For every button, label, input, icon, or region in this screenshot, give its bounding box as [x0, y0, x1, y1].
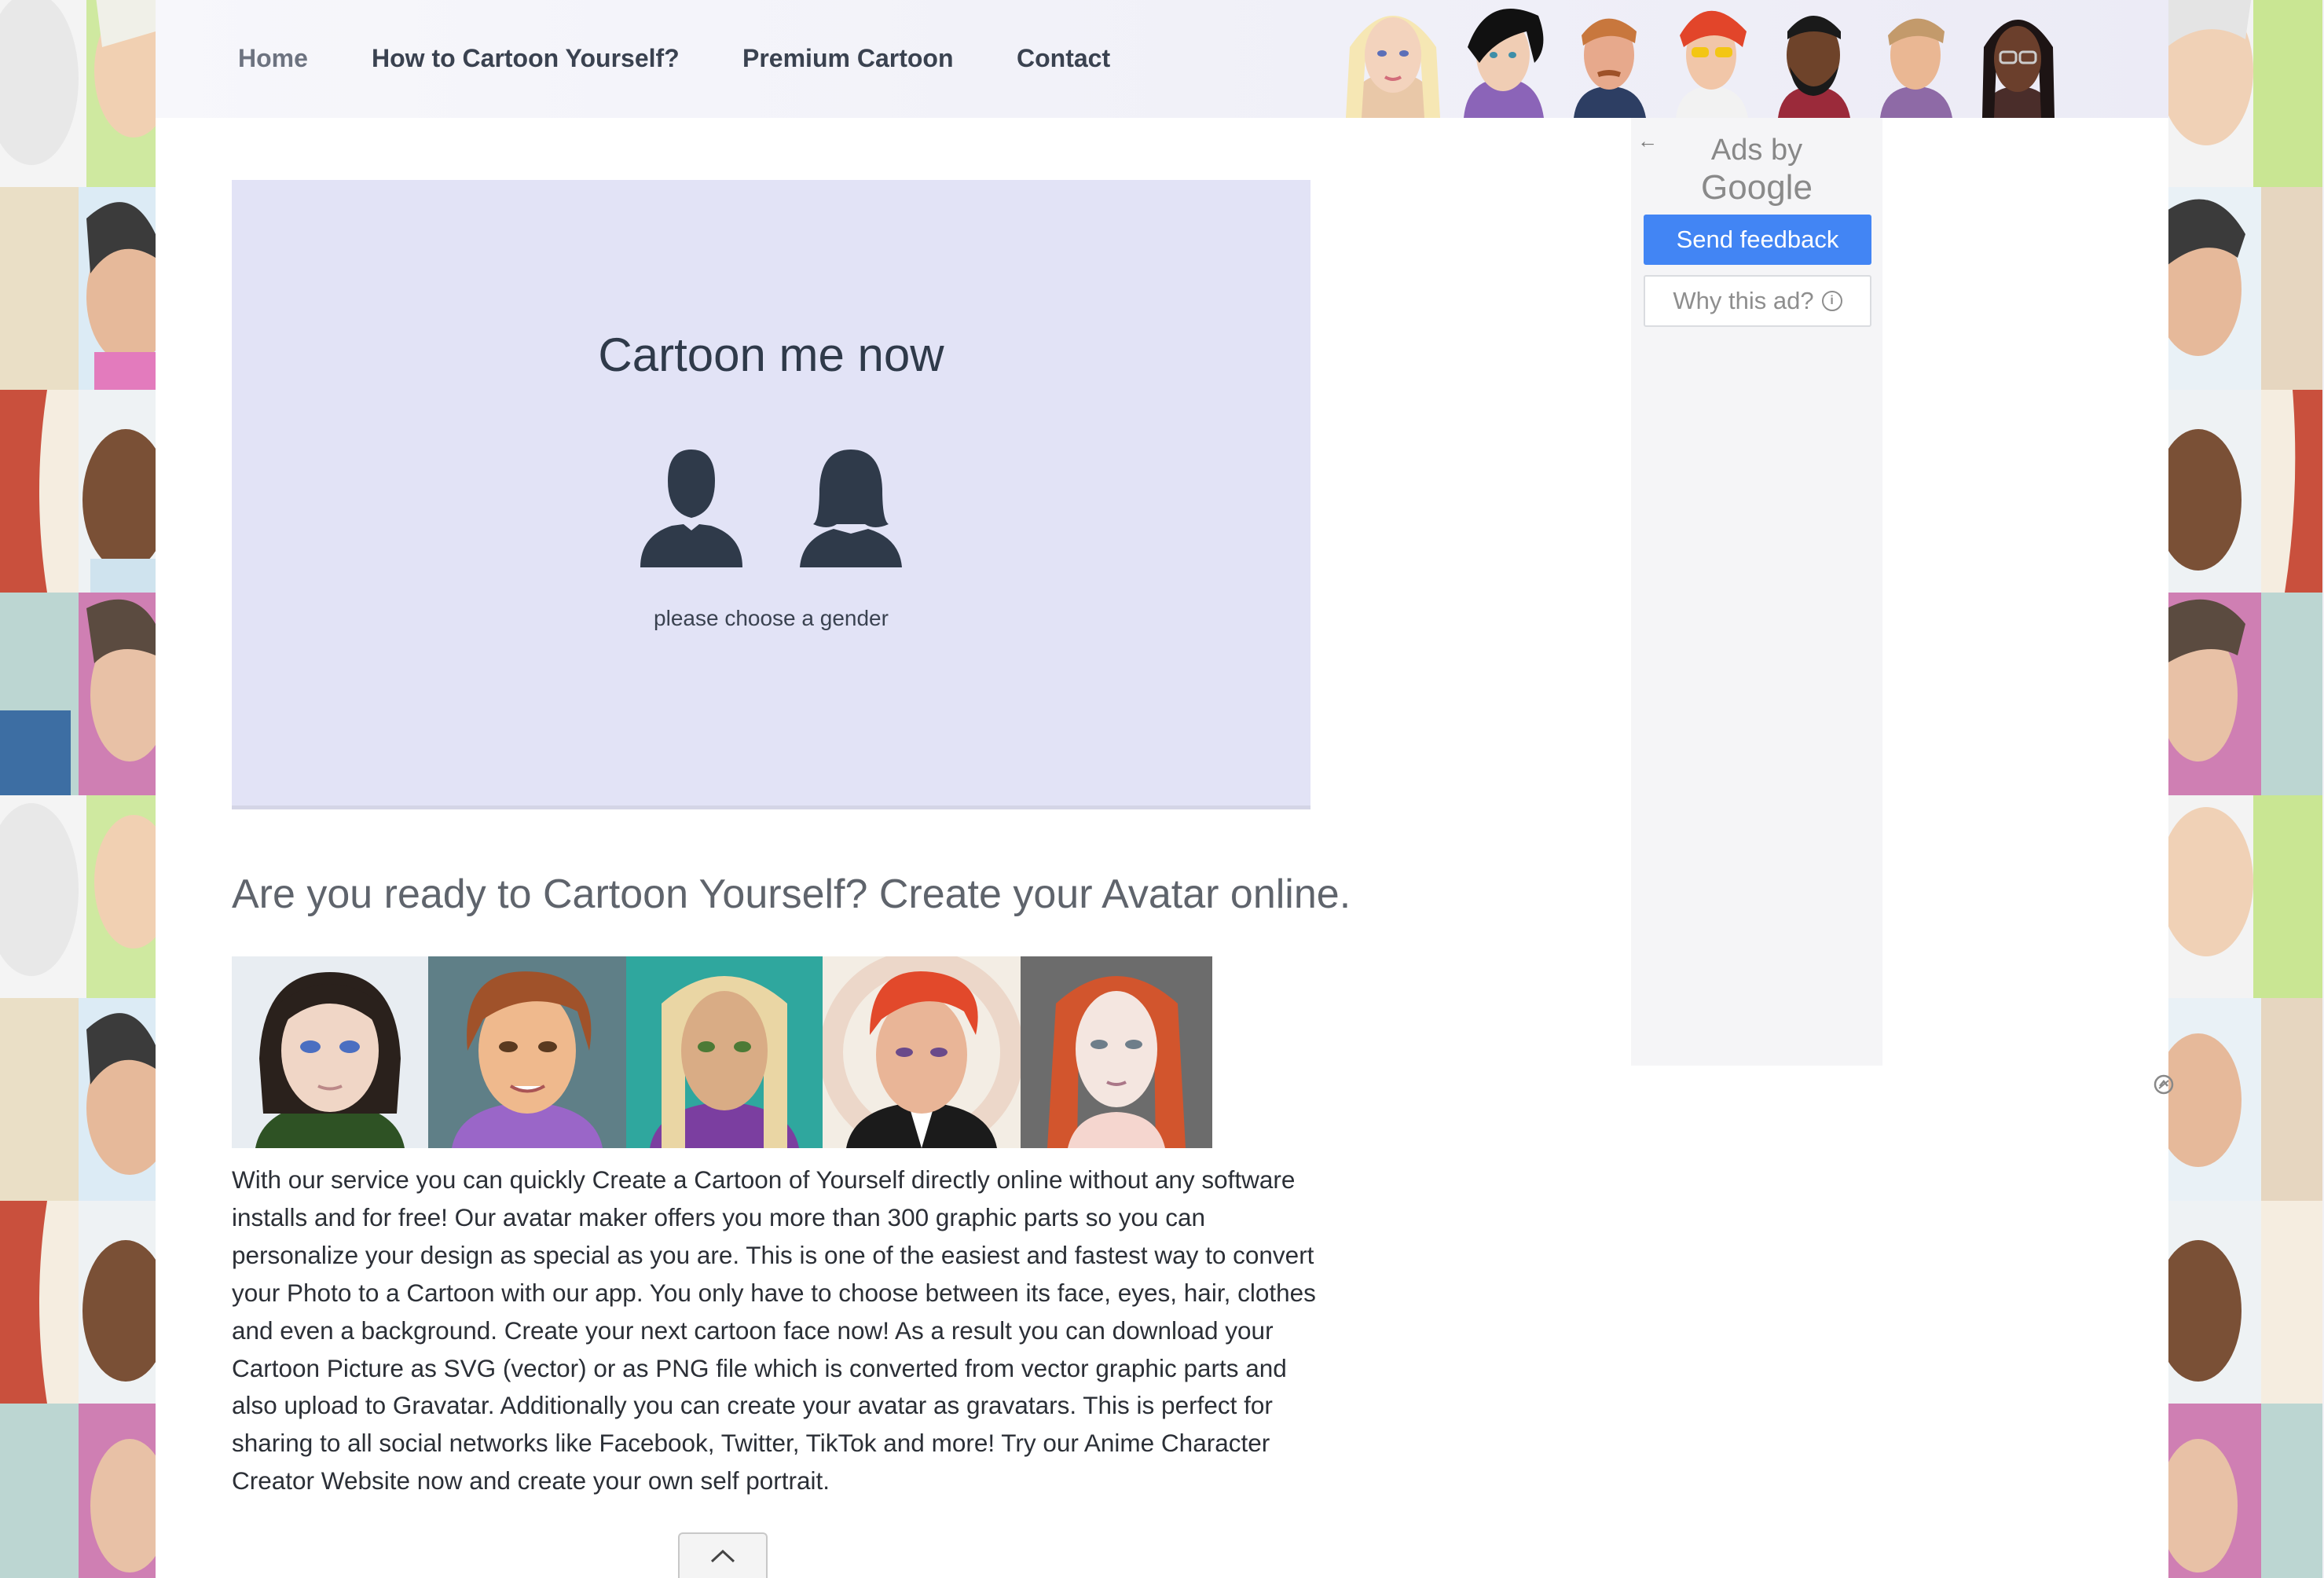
avatar-tile — [0, 1404, 156, 1578]
gender-hint-text: please choose a gender — [654, 606, 889, 630]
page-container: Home How to Cartoon Yourself? Premium Ca… — [156, 0, 2174, 1578]
google-logo-text: Google — [1701, 168, 1813, 207]
gallery-avatar — [823, 956, 1021, 1148]
avatar-tile — [2167, 593, 2322, 795]
male-silhouette-icon — [640, 450, 742, 567]
why-this-ad-button[interactable]: Why this ad? i — [1644, 275, 1871, 327]
avatar-tile — [2167, 1201, 2322, 1404]
editor-title: Cartoon me now — [598, 328, 944, 381]
avatar-tile — [2167, 390, 2322, 593]
why-this-ad-label: Why this ad? — [1673, 287, 1814, 314]
background-tiles-left — [0, 0, 156, 1578]
gallery-avatar — [1021, 956, 1212, 1148]
nav-link-premium[interactable]: Premium Cartoon — [742, 44, 953, 73]
female-gender-button[interactable] — [796, 446, 906, 571]
cartoon-editor-panel: Cartoon me now please choose a gender — [232, 180, 1310, 809]
avatar-gallery — [232, 956, 1212, 1148]
avatar-tile — [0, 998, 156, 1201]
nav-link-how-to[interactable]: How to Cartoon Yourself? — [372, 44, 680, 73]
avatar-tile — [2167, 795, 2322, 998]
avatar-tile — [0, 1201, 156, 1404]
google-ad-panel: ← Ads by Google Send feedback Why this a… — [1631, 118, 1882, 1066]
gallery-avatar — [626, 956, 823, 1148]
chevron-up-icon — [710, 1549, 735, 1563]
top-navbar: Home How to Cartoon Yourself? Premium Ca… — [156, 0, 2168, 118]
info-icon: i — [1821, 291, 1842, 311]
avatar-tile — [2167, 187, 2322, 390]
avatar-tile — [0, 390, 156, 593]
nav-link-contact[interactable]: Contact — [1017, 44, 1110, 73]
send-feedback-button[interactable]: Send feedback — [1644, 215, 1871, 265]
male-gender-button[interactable] — [636, 446, 746, 571]
background-tiles-right — [2167, 0, 2324, 1578]
ads-by-label: Ads by — [1710, 134, 1803, 167]
page-headline: Are you ready to Cartoon Yourself? Creat… — [232, 872, 1351, 917]
ad-choices-icon[interactable] — [2153, 1073, 2175, 1095]
intro-paragraph: With our service you can quickly Create … — [232, 1165, 1316, 1495]
nav-link-home[interactable]: Home — [238, 44, 308, 73]
avatar-tile — [0, 0, 156, 187]
avatar-tile — [0, 593, 156, 795]
gallery-avatar — [232, 956, 428, 1148]
scroll-to-top-button[interactable] — [678, 1532, 768, 1578]
avatar-tile — [0, 187, 156, 390]
avatar-tile — [2167, 1404, 2322, 1578]
female-silhouette-icon — [800, 450, 902, 567]
gallery-avatar — [428, 956, 626, 1148]
avatar-tile — [0, 795, 156, 998]
avatar-blonde — [1346, 16, 1440, 118]
avatar-tile — [2167, 998, 2322, 1201]
header-avatars-illustration — [1346, 9, 2055, 118]
avatar-tile — [2167, 0, 2322, 187]
